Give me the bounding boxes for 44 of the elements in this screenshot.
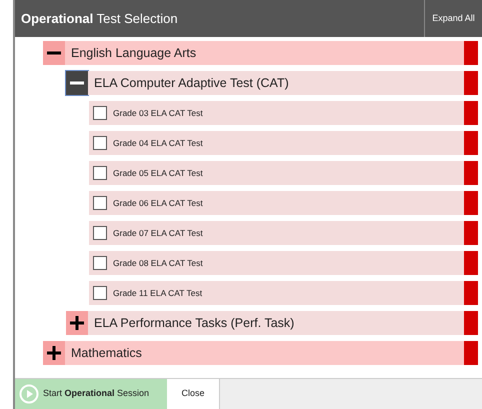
close-button[interactable]: Close [167,379,220,409]
status-bar-marker [464,251,478,275]
status-bar-marker [464,161,478,185]
dialog-title: Operational Test Selection [20,10,179,28]
checkbox[interactable] [93,196,107,210]
test-row[interactable]: Grade 04 ELA CAT Test [89,131,464,155]
test-row[interactable]: Grade 06 ELA CAT Test [89,191,464,215]
status-bar-marker [464,41,478,65]
checkbox[interactable] [93,136,107,150]
checkbox[interactable] [93,286,107,300]
test-row[interactable]: Grade 03 ELA CAT Test [89,101,464,125]
test-label: Grade 07 ELA CAT Test [113,226,203,240]
test-row[interactable]: Grade 05 ELA CAT Test [89,161,464,185]
test-label: Grade 03 ELA CAT Test [113,106,203,120]
play-icon [19,384,39,404]
test-label: Grade 11 ELA CAT Test [113,286,202,300]
checkbox[interactable] [93,106,107,120]
status-bar-marker [464,311,478,335]
test-row[interactable]: Grade 11 ELA CAT Test [89,281,464,305]
checkbox[interactable] [93,256,107,270]
test-label: Grade 04 ELA CAT Test [113,136,203,150]
status-bar-marker [464,221,478,245]
test-row[interactable]: Grade 07 ELA CAT Test [89,221,464,245]
checkbox[interactable] [93,226,107,240]
test-label: Grade 08 ELA CAT Test [113,256,203,270]
expand-icon[interactable] [43,341,65,365]
status-bar-marker [464,341,478,365]
checkbox[interactable] [93,166,107,180]
status-bar-marker [464,281,478,305]
status-bar-marker [464,101,478,125]
collapse-icon[interactable] [66,71,88,95]
collapse-icon[interactable] [43,41,65,65]
start-session-button[interactable]: Start Operational Session [15,379,167,409]
status-bar-marker [464,191,478,215]
tree-group-label[interactable]: Mathematics [65,341,464,365]
tree-group-label[interactable]: ELA Performance Tasks (Perf. Task) [88,311,464,335]
test-label: Grade 06 ELA CAT Test [113,196,203,210]
status-bar-marker [464,131,478,155]
test-label: Grade 05 ELA CAT Test [113,166,203,180]
expand-icon[interactable] [66,311,88,335]
tree-group-label[interactable]: English Language Arts [65,41,464,65]
status-bar-marker [464,71,478,95]
test-row[interactable]: Grade 08 ELA CAT Test [89,251,464,275]
tree-group-label[interactable]: ELA Computer Adaptive Test (CAT) [88,71,464,95]
